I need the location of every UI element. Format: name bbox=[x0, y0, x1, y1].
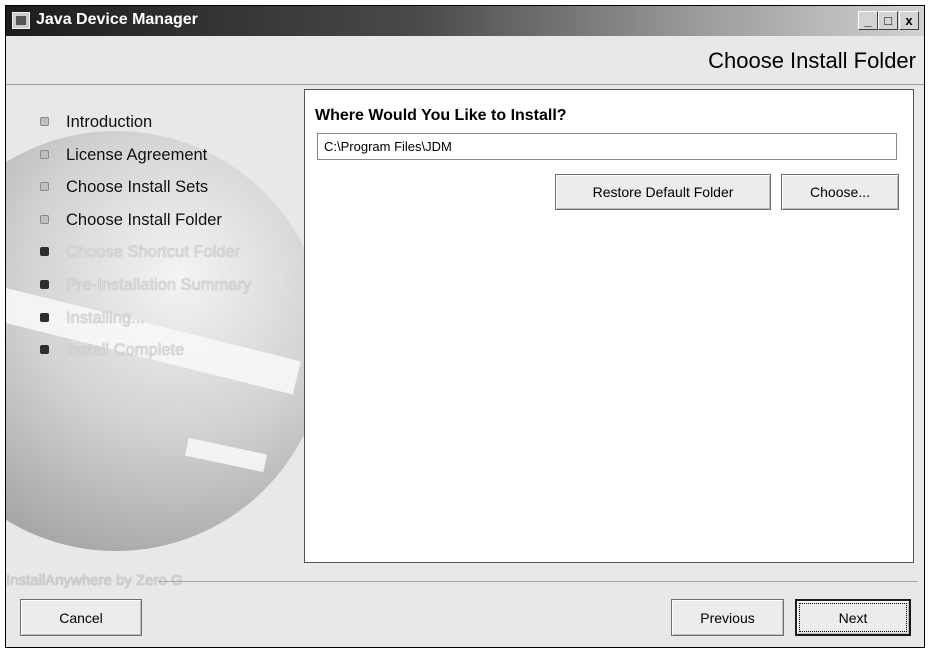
restore-default-folder-button[interactable]: Restore Default Folder bbox=[555, 174, 771, 210]
previous-button[interactable]: Previous bbox=[671, 599, 784, 636]
step-bullet-icon bbox=[40, 279, 49, 289]
step-label: Install Complete bbox=[66, 341, 185, 360]
step-bullet-icon bbox=[40, 214, 49, 224]
installer-window: Java Device Manager _ □ x Choose Install… bbox=[5, 5, 925, 648]
footer-divider bbox=[158, 581, 918, 582]
step-bullet-icon bbox=[40, 312, 49, 322]
step-install-complete: Install Complete bbox=[36, 334, 251, 367]
step-bullet-icon bbox=[40, 149, 49, 159]
step-bullet-icon bbox=[40, 345, 49, 355]
step-label: Pre-Installation Summary bbox=[66, 275, 252, 294]
install-folder-input[interactable] bbox=[317, 133, 897, 160]
step-bullet-icon bbox=[40, 247, 49, 257]
step-label: Introduction bbox=[66, 113, 153, 131]
content-heading: Where Would You Like to Install? bbox=[315, 107, 567, 124]
maximize-button[interactable]: □ bbox=[878, 11, 898, 30]
step-license-agreement: License Agreement bbox=[36, 139, 251, 172]
cancel-button[interactable]: Cancel bbox=[20, 599, 142, 636]
step-bullet-icon bbox=[40, 182, 49, 192]
header-divider bbox=[6, 84, 924, 85]
page-title: Choose Install Folder bbox=[708, 48, 916, 73]
step-choose-shortcut-folder: Choose Shortcut Folder bbox=[36, 236, 251, 269]
step-label: License Agreement bbox=[66, 145, 208, 164]
title-bar[interactable]: Java Device Manager _ □ x bbox=[6, 6, 924, 36]
minimize-button[interactable]: _ bbox=[858, 11, 878, 30]
step-list: Introduction License Agreement Choose In… bbox=[36, 106, 251, 367]
step-introduction: Introduction bbox=[36, 106, 251, 139]
step-choose-install-folder: Choose Install Folder bbox=[36, 204, 251, 237]
step-installing: Installing... bbox=[36, 302, 251, 335]
step-label: Choose Install Folder bbox=[66, 210, 222, 229]
app-icon bbox=[12, 12, 30, 29]
step-choose-install-sets: Choose Install Sets bbox=[36, 171, 251, 204]
step-label: Installing... bbox=[66, 308, 145, 327]
step-pre-installation-summary: Pre-Installation Summary bbox=[36, 269, 251, 302]
step-label: Choose Shortcut Folder bbox=[66, 243, 241, 262]
window-title: Java Device Manager bbox=[36, 11, 198, 28]
step-bullet-icon bbox=[40, 117, 49, 126]
close-button[interactable]: x bbox=[899, 11, 919, 30]
step-label: Choose Install Sets bbox=[66, 178, 209, 197]
vendor-label: InstallAnywhere by Zero G bbox=[6, 572, 183, 589]
next-button[interactable]: Next bbox=[795, 599, 911, 636]
choose-folder-button[interactable]: Choose... bbox=[781, 174, 899, 210]
content-panel: Where Would You Like to Install? Restore… bbox=[304, 89, 914, 563]
